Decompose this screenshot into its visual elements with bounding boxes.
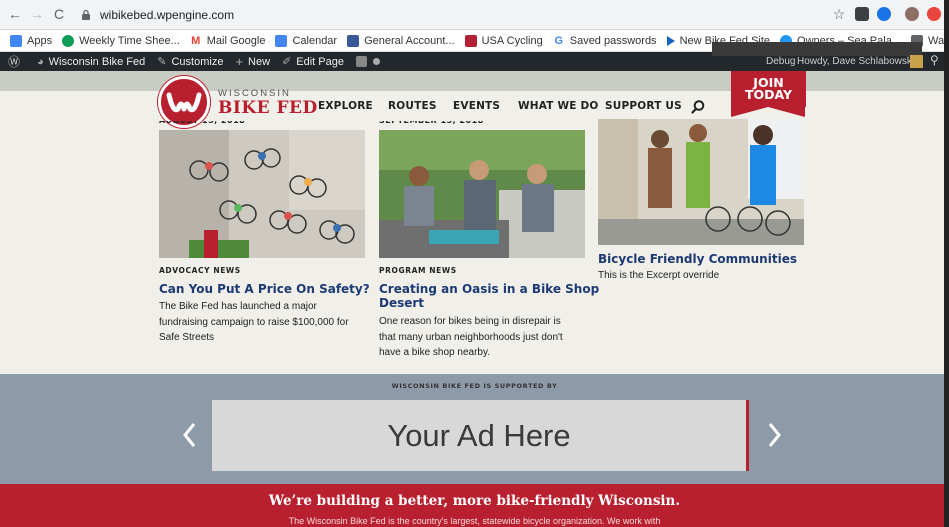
logo-line2: BIKE FED (218, 98, 318, 118)
post-category[interactable]: PROGRAM NEWS (379, 266, 457, 275)
search-icon[interactable]: ⚲ (930, 53, 939, 67)
nav-routes[interactable]: ROUTES (388, 100, 437, 112)
extension-icon[interactable] (877, 7, 891, 21)
chevron-left-icon[interactable] (180, 420, 200, 450)
wp-new[interactable]: + New (235, 54, 270, 69)
avatar[interactable] (905, 7, 919, 21)
wp-admin-bar: Ⓦ ◕ Wisconsin Bike Fed ✎ Customize + New ✐ E… (0, 42, 949, 71)
join-ribbon-tail (731, 107, 805, 117)
redacted-bar (712, 42, 922, 56)
browser-toolbar: ← → C wibikebed.wpengine.com ☆ (0, 0, 949, 30)
google-icon: G (552, 34, 565, 47)
post-category[interactable]: ADVOCACY NEWS (159, 266, 241, 275)
window-edge (944, 0, 949, 527)
address-bar[interactable]: wibikebed.wpengine.com (80, 4, 830, 26)
brush-icon: ✎ (157, 56, 167, 68)
post-image[interactable] (598, 119, 804, 245)
mission-headline: We’re building a better, more bike-frien… (268, 493, 681, 509)
chevron-right-icon[interactable] (764, 420, 784, 450)
mission-banner: We’re building a better, more bike-frien… (0, 484, 949, 527)
post-excerpt: One reason for bikes being in disrepair … (379, 316, 563, 358)
bookmark-star-icon[interactable]: ☆ (830, 5, 848, 23)
wp-edit-page[interactable]: ✐ Edit Page (282, 55, 344, 69)
post-title[interactable]: Creating an Oasis in a Bike Shop Desert (379, 282, 599, 310)
shield-icon (464, 34, 477, 47)
wp-site-name[interactable]: ◕ Wisconsin Bike Fed (37, 56, 145, 68)
extension-icon[interactable] (855, 7, 869, 21)
join-today-button[interactable]: JOIN TODAY (731, 71, 806, 107)
apps-grid-icon (10, 34, 22, 47)
logo-icon[interactable] (158, 76, 210, 128)
status-dot-icon (372, 58, 380, 65)
bookmark-usa-cycling[interactable]: USA Cycling (464, 34, 543, 47)
post-excerpt: The Bike Fed has launched a major fundra… (159, 301, 349, 343)
bookmark-weekly-time-sheet[interactable]: Weekly Time Shee... (62, 34, 180, 47)
back-arrow-icon[interactable]: ← (6, 5, 24, 23)
pencil-icon: ✐ (282, 56, 292, 68)
extension-icon[interactable] (927, 7, 941, 21)
nav-support-us[interactable]: SUPPORT US (605, 100, 682, 112)
header-band (0, 71, 949, 91)
post-image[interactable] (379, 130, 585, 258)
bookmark-apps[interactable]: Apps (10, 34, 52, 47)
bookmark-saved-passwords[interactable]: G Saved passwords (552, 34, 657, 47)
post-excerpt: This is the Excerpt override (598, 270, 720, 281)
sponsor-section: WISCONSIN BIKE FED IS SUPPORTED BY Your … (0, 374, 949, 484)
bookmark-calendar[interactable]: Calendar (275, 34, 337, 47)
post-title[interactable]: Can You Put A Price On Safety? (159, 282, 370, 296)
bookmark-mail-google[interactable]: M Mail Google (189, 34, 265, 47)
post-date: SEPTEMBER 15, 2018 (379, 116, 484, 125)
gmail-icon: M (189, 34, 202, 47)
avatar[interactable] (910, 55, 923, 68)
post-title[interactable]: Bicycle Friendly Communities (598, 252, 797, 266)
bookmark-general-account[interactable]: General Account... (347, 34, 455, 47)
site-page: WISCONSIN BIKE FED EXPLORE ROUTES EVENTS… (0, 71, 949, 527)
wp-customize[interactable]: ✎ Customize (157, 55, 223, 69)
facebook-icon (347, 34, 360, 47)
play-icon (666, 35, 675, 46)
lock-icon (82, 9, 90, 20)
calendar-icon (275, 34, 288, 47)
yoast-icon[interactable] (355, 56, 367, 67)
sponsor-label: WISCONSIN BIKE FED IS SUPPORTED BY (391, 382, 558, 390)
url-text: wibikebed.wpengine.com (100, 8, 235, 22)
reload-icon[interactable]: C (50, 5, 68, 23)
wordpress-logo-icon[interactable]: Ⓦ (8, 53, 25, 70)
ad-banner[interactable]: Your Ad Here (212, 400, 749, 471)
mission-text: The Wisconsin Bike Fed is the country's … (288, 516, 661, 526)
dashboard-icon: ◕ (37, 55, 44, 68)
post-image[interactable] (159, 130, 365, 258)
nav-events[interactable]: EVENTS (453, 100, 500, 112)
wp-debug[interactable]: Debug (766, 56, 795, 67)
plus-icon: + (235, 54, 244, 69)
nav-explore[interactable]: EXPLORE (318, 100, 373, 112)
search-icon[interactable] (690, 99, 706, 115)
nav-what-we-do[interactable]: WHAT WE DO (518, 100, 599, 112)
forward-arrow-icon[interactable]: → (28, 5, 46, 23)
sheets-icon (62, 34, 75, 47)
wp-howdy[interactable]: Howdy, Dave Schlabowske (797, 56, 917, 67)
